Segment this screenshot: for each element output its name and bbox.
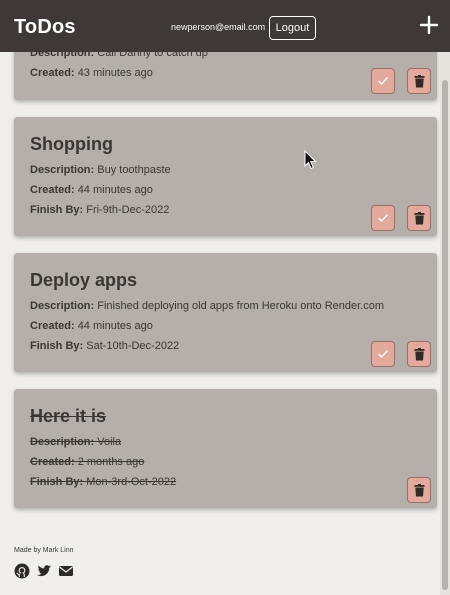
trash-icon xyxy=(414,347,424,360)
add-todo-icon[interactable] xyxy=(418,14,440,36)
check-icon xyxy=(378,77,388,85)
todo-description: Description: Buy toothpaste xyxy=(30,164,171,176)
twitter-icon[interactable] xyxy=(36,563,52,579)
complete-button[interactable] xyxy=(371,341,395,367)
mouse-cursor-icon xyxy=(304,150,317,170)
todo-title: Shopping xyxy=(30,134,113,154)
trash-icon xyxy=(414,483,424,496)
todo-finish-by: Finish By: Fri-9th-Dec-2022 xyxy=(30,204,170,216)
complete-button[interactable] xyxy=(371,68,395,94)
logout-button[interactable]: Logout xyxy=(269,16,316,40)
user-email: newperson@email.com xyxy=(171,22,266,32)
delete-button[interactable] xyxy=(407,341,431,367)
check-icon xyxy=(378,214,388,222)
check-icon xyxy=(378,350,388,358)
todo-card: Shopping Description: Buy toothpaste Cre… xyxy=(14,117,437,236)
complete-button[interactable] xyxy=(371,205,395,231)
scrollbar-thumb[interactable] xyxy=(442,80,448,590)
footer-credit: Made by Mark Linn xyxy=(14,547,74,554)
todo-card-completed: Here it is Description: Voila Created: 2… xyxy=(14,389,437,508)
todo-description: Description: Finished deploying old apps… xyxy=(30,300,385,312)
todo-description: Description: Voila xyxy=(30,436,122,448)
todo-created: Created: 43 minutes ago xyxy=(30,67,153,79)
todo-finish-by: Finish By: Mon-3rd-Oct-2022 xyxy=(30,476,177,488)
github-icon[interactable] xyxy=(14,563,30,579)
trash-icon xyxy=(414,211,424,224)
app-title[interactable]: ToDos xyxy=(14,16,76,39)
delete-button[interactable] xyxy=(407,205,431,231)
todo-created: Created: 44 minutes ago xyxy=(30,320,153,332)
todo-title: Here it is xyxy=(30,406,107,426)
todo-title: Deploy apps xyxy=(30,270,138,290)
todo-card: Deploy apps Description: Finished deploy… xyxy=(14,253,437,372)
app-header: ToDos newperson@email.com Logout xyxy=(0,0,450,52)
delete-button[interactable] xyxy=(407,68,431,94)
delete-button[interactable] xyxy=(407,477,431,503)
email-icon[interactable] xyxy=(58,563,74,579)
todo-finish-by: Finish By: Sat-10th-Dec-2022 xyxy=(30,340,180,352)
todo-created: Created: 2 months ago xyxy=(30,456,145,468)
trash-icon xyxy=(414,74,424,87)
todo-created: Created: 44 minutes ago xyxy=(30,184,153,196)
